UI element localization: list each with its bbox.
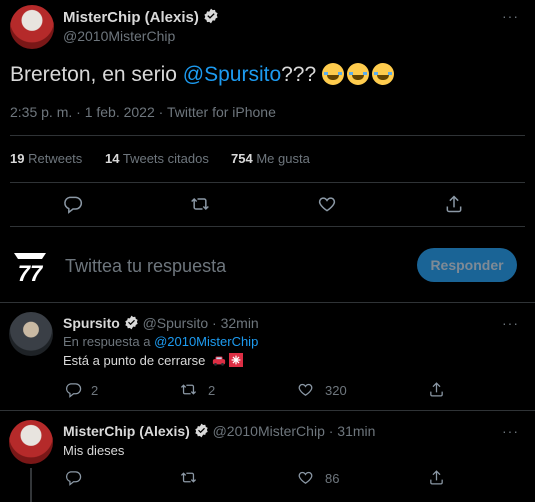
reply-display-name[interactable]: Spursito [63,315,120,331]
tweet-text-part: Brereton, en serio [10,63,183,86]
verified-badge-icon [124,315,138,330]
thread-line [30,468,32,502]
reply-avatar[interactable] [9,312,53,356]
divider [10,226,525,227]
share-icon[interactable] [428,469,445,486]
face-with-tears-of-joy-icon [372,63,394,85]
rotating-light-icon [228,353,243,367]
reply-input[interactable]: Twittea tu respuesta [65,256,226,277]
tweet-timestamp[interactable]: 2:35 p. m. · 1 feb. 2022 · Twitter for i… [10,104,276,120]
like-icon[interactable] [317,194,337,214]
reply-header: MisterChip (Alexis) @2010MisterChip · 31… [63,423,375,439]
reply-text: Mis dieses [63,443,125,458]
police-car-icon [212,356,226,366]
reply-display-name[interactable]: MisterChip (Alexis) [63,423,190,439]
verified-badge-icon [195,423,208,438]
divider [0,410,535,411]
verified-badge-icon [204,8,218,24]
like-icon[interactable] [297,381,314,398]
reply-time[interactable]: · 32min [212,315,259,331]
retweets-stat[interactable]: 19 Retweets [10,151,82,166]
like-icon[interactable] [297,469,314,486]
reply-handle[interactable]: @Spursito [143,315,209,331]
reply-time[interactable]: · 31min [329,423,376,439]
tweet-text: Brereton, en serio @Spursito??? [10,63,397,87]
more-options-icon[interactable]: ··· [502,8,519,24]
author-avatar[interactable] [10,5,54,49]
reply-to-label: En respuesta a [63,334,155,349]
share-icon[interactable] [428,381,445,398]
user-logo-icon[interactable]: 77 [10,245,50,285]
share-icon[interactable] [444,194,464,214]
divider [10,182,525,183]
author-display-name[interactable]: MisterChip (Alexis) [63,9,199,26]
reply-to-line: En respuesta a @2010MisterChip [63,334,258,349]
mention-link[interactable]: @Spursito [183,63,281,86]
retweet-icon[interactable] [180,381,197,398]
svg-text:77: 77 [18,261,44,285]
retweets-label: Retweets [28,151,83,166]
quotes-count: 14 [105,151,120,166]
likes-count: 754 [231,151,253,166]
like-count: 320 [325,383,347,398]
divider [0,302,535,303]
more-options-icon[interactable]: ··· [502,315,519,331]
more-options-icon[interactable]: ··· [502,423,519,439]
reply-icon[interactable] [65,381,82,398]
reply-button[interactable]: Responder [417,248,517,282]
likes-stat[interactable]: 754 Me gusta [231,151,310,166]
tweet-text-part: ??? [281,63,322,86]
face-with-tears-of-joy-icon [347,63,369,85]
reply-count: 2 [91,383,99,398]
likes-label: Me gusta [256,151,310,166]
quotes-stat[interactable]: 14 Tweets citados [105,151,209,166]
reply-text: Está a punto de cerrarse [63,353,243,368]
reply-icon[interactable] [63,194,83,214]
quotes-label: Tweets citados [122,151,209,166]
like-count: 86 [325,471,340,486]
retweet-icon[interactable] [190,194,210,214]
author-handle[interactable]: @2010MisterChip [63,28,175,44]
reply-handle[interactable]: @2010MisterChip [213,423,325,439]
retweets-count: 19 [10,151,25,166]
reply-icon[interactable] [65,469,82,486]
reply-to-link[interactable]: @2010MisterChip [154,334,258,349]
retweet-count: 2 [208,383,216,398]
retweet-icon[interactable] [180,469,197,486]
reply-text-body: Está a punto de cerrarse [63,353,206,368]
reply-avatar[interactable] [9,420,53,464]
reply-header: Spursito @Spursito · 32min [63,315,259,331]
face-with-tears-of-joy-icon [322,63,344,85]
divider [10,135,525,136]
